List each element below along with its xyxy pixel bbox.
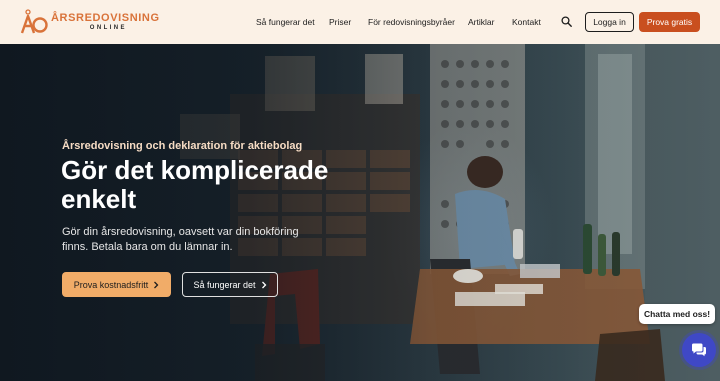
logo-title: ÅRSREDOVISNING	[51, 11, 160, 24]
try-free-button[interactable]: Prova gratis	[639, 12, 700, 32]
nav-item-accounting-firms[interactable]: För redovisningsbyråer	[368, 17, 455, 27]
login-button[interactable]: Logga in	[585, 12, 634, 32]
chat-launcher-button[interactable]	[682, 333, 716, 367]
chevron-right-icon	[261, 281, 266, 288]
try-free-cta-button[interactable]: Prova kostnadsfritt	[62, 272, 171, 297]
logo-mark-icon	[20, 9, 48, 34]
logo-tagline: ONLINE	[89, 24, 127, 31]
chat-icon	[692, 343, 706, 357]
hero-eyebrow: Årsredovisning och deklaration för aktie…	[62, 140, 303, 152]
search-icon[interactable]	[561, 16, 572, 27]
nav-item-how-it-works[interactable]: Så fungerar det	[256, 17, 315, 27]
nav-item-contact[interactable]: Kontakt	[512, 17, 541, 27]
how-it-works-cta-label: Så fungerar det	[193, 279, 256, 290]
hero-headline: Gör det komplicerade enkelt	[61, 155, 329, 214]
nav-item-pricing[interactable]: Priser	[329, 17, 351, 27]
hero-section: Årsredovisning och deklaration för aktie…	[0, 44, 720, 381]
how-it-works-cta-button[interactable]: Så fungerar det	[182, 272, 278, 297]
site-header: ÅRSREDOVISNING ONLINE Så fungerar det Pr…	[0, 0, 720, 44]
hero-subtitle: Gör din årsredovisning, oavsett var din …	[62, 226, 299, 253]
chevron-right-icon	[154, 281, 159, 288]
chat-prompt-bubble[interactable]: Chatta med oss!	[639, 304, 715, 324]
logo[interactable]: ÅRSREDOVISNING ONLINE	[20, 9, 160, 35]
try-free-cta-label: Prova kostnadsfritt	[73, 279, 149, 290]
nav-item-articles[interactable]: Artiklar	[468, 17, 494, 27]
